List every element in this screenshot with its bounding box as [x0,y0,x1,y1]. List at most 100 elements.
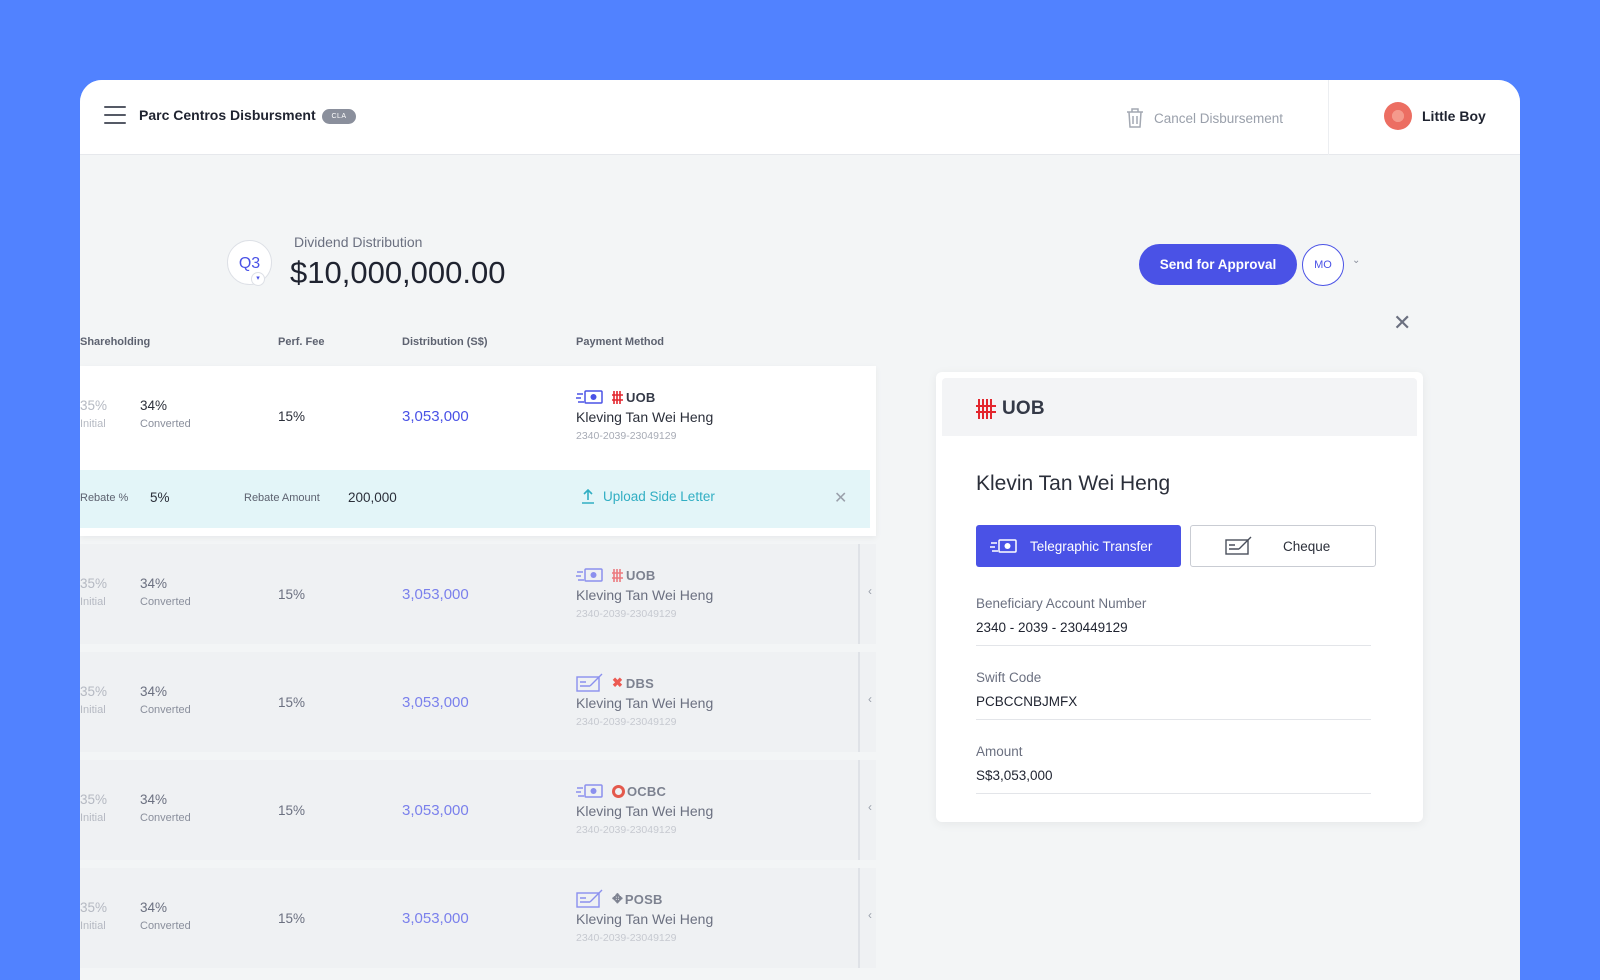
payee-account: 2340-2039-23049129 [576,932,677,944]
status-badge: CLA [322,109,356,124]
close-icon[interactable]: ✕ [1393,312,1411,334]
beneficiary-name: Klevin Tan Wei Heng [976,472,1171,495]
initial-percent: 35% [80,684,108,699]
upload-side-letter-label: Upload Side Letter [603,489,715,504]
payee-account: 2340-2039-23049129 [576,716,677,728]
initial-label: Initial [80,812,106,824]
user-name: Little Boy [1422,108,1486,124]
cheque-button[interactable]: Cheque [1190,525,1376,567]
rebate-percent-label: Rebate % [80,492,129,504]
header-divider [1328,80,1329,155]
telegraphic-transfer-icon [576,784,603,798]
chevron-left-icon[interactable]: ‹ [868,584,872,598]
swift-code-field[interactable]: Swift Code PCBCCNBJMFX [976,670,1371,720]
rebate-amount-label: Rebate Amount [244,492,320,504]
app-window: Parc Centros Disbursment CLA Cancel Disb… [80,80,1520,980]
rebate-amount-value: 200,000 [348,490,397,505]
column-header-distribution: Distribution (S$) [402,336,488,348]
table-row[interactable]: 35% Initial 34% Converted 15% 3,053,000 … [80,760,876,860]
converted-percent: 34% [140,398,168,413]
telegraphic-transfer-button[interactable]: Telegraphic Transfer [976,525,1181,567]
send-for-approval-button[interactable]: Send for Approval [1139,244,1297,285]
panel-bank-name: UOB [1002,398,1045,419]
quarter-selector[interactable]: Q3 [227,240,272,285]
distribution-amount: 3,053,000 [402,586,469,603]
cancel-disbursement-button[interactable]: Cancel Disbursement [1125,106,1283,130]
telegraphic-transfer-label: Telegraphic Transfer [1030,538,1153,554]
converted-percent: 34% [140,576,168,591]
perf-fee: 15% [278,911,306,926]
payee-name: Kleving Tan Wei Heng [576,587,714,603]
trash-icon [1127,108,1143,128]
payee-account: 2340-2039-23049129 [576,430,677,442]
table-row[interactable]: 35% Initial 34% Converted 15% 3,053,000 … [80,544,876,644]
table-row[interactable]: 35% Initial 34% Converted 15% 3,053,000 … [80,366,876,536]
converted-label: Converted [140,596,191,608]
table-row[interactable]: 35% Initial 34% Converted 15% 3,053,000 … [80,868,876,968]
initial-label: Initial [80,704,106,716]
chevron-left-icon[interactable]: ‹ [868,908,872,922]
field-label: Beneficiary Account Number [976,596,1147,611]
approver-avatar[interactable]: MO [1302,244,1344,286]
perf-fee: 15% [278,409,306,424]
page-title: Parc Centros Disbursment [139,107,316,123]
converted-label: Converted [140,812,191,824]
payee-account: 2340-2039-23049129 [576,824,677,836]
dbs-logo-icon: ✖ DBS [612,675,654,691]
converted-percent: 34% [140,792,168,807]
payment-method-icons: OCBC [576,782,666,800]
chevron-down-icon[interactable]: ⌄ [1352,255,1360,266]
initial-percent: 35% [80,792,108,807]
chevron-down-icon[interactable]: ▾ [251,272,265,286]
initial-label: Initial [80,920,106,932]
payee-account: 2340-2039-23049129 [576,608,677,620]
payee-name: Kleving Tan Wei Heng [576,911,714,927]
chevron-left-icon[interactable]: ‹ [868,692,872,706]
perf-fee: 15% [278,587,306,602]
bank-name: UOB [626,389,656,405]
posb-logo-icon: ✥ POSB [612,891,663,907]
distribution-amount: 3,053,000 [402,408,469,425]
account-number-field[interactable]: Beneficiary Account Number 2340 - 2039 -… [976,596,1371,646]
payee-name: Kleving Tan Wei Heng [576,695,714,711]
close-icon[interactable]: ✕ [834,488,847,508]
distribution-amount: 3,053,000 [402,694,469,711]
distribution-label: Dividend Distribution [294,234,423,250]
initial-percent: 35% [80,576,108,591]
converted-label: Converted [140,418,191,430]
row-divider [858,868,860,968]
cheque-label: Cheque [1283,538,1331,554]
amount-field[interactable]: Amount S$3,053,000 [976,744,1371,794]
field-label: Swift Code [976,670,1042,685]
field-value: S$3,053,000 [976,768,1053,783]
uob-logo-icon: UOB [612,390,656,405]
upload-icon [582,489,594,504]
telegraphic-transfer-icon [990,539,1017,553]
rebate-panel: Rebate % 5% Rebate Amount 200,000 Upload… [80,470,870,528]
field-value: 2340 - 2039 - 230449129 [976,620,1128,635]
upload-side-letter-button[interactable]: Upload Side Letter [581,489,715,504]
field-label: Amount [976,744,1023,759]
avatar [1384,102,1412,130]
telegraphic-transfer-icon [576,390,603,404]
user-menu[interactable]: Little Boy [1384,102,1486,130]
cheque-icon [576,673,603,692]
telegraphic-transfer-icon [576,568,603,582]
bank-name: UOB [626,567,656,583]
payee-name: Kleving Tan Wei Heng [576,803,714,819]
column-header-payment-method: Payment Method [576,336,665,348]
initial-percent: 35% [80,900,108,915]
initial-percent: 35% [80,398,108,413]
cheque-icon [576,889,603,908]
cancel-disbursement-label: Cancel Disbursement [1154,110,1284,126]
menu-icon[interactable] [104,106,126,124]
initial-label: Initial [80,596,106,608]
converted-percent: 34% [140,900,168,915]
converted-label: Converted [140,920,191,932]
row-divider [858,544,860,644]
bank-name: OCBC [627,783,667,799]
ocbc-logo-icon: OCBC [612,784,666,799]
distribution-amount: 3,053,000 [402,802,469,819]
chevron-left-icon[interactable]: ‹ [868,800,872,814]
table-row[interactable]: 35% Initial 34% Converted 15% 3,053,000 … [80,652,876,752]
